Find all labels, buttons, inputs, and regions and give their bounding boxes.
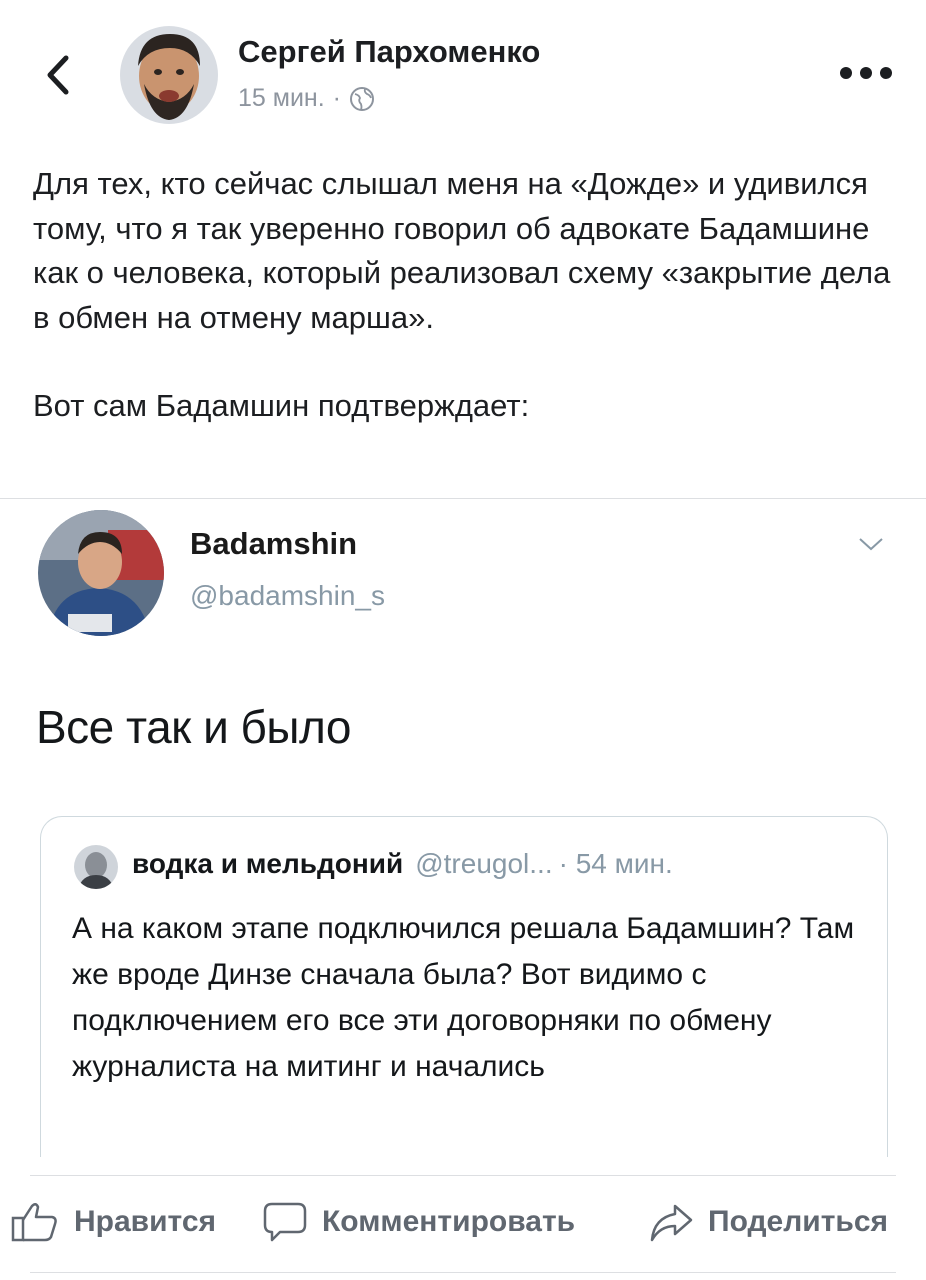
- comment-label: Комментировать: [322, 1205, 576, 1238]
- thumbs-up-icon: [11, 1203, 57, 1242]
- comment-icon: [263, 1202, 307, 1242]
- author-avatar[interactable]: [120, 26, 218, 124]
- post-paragraph: Для тех, кто сейчас слышал меня на «Дожд…: [33, 166, 891, 335]
- quoted-avatar: [74, 845, 118, 889]
- post-meta: 15 мин. ·: [238, 84, 375, 113]
- meta-separator: ·: [332, 84, 341, 112]
- chevron-left-icon: [47, 55, 69, 95]
- comment-button[interactable]: Комментировать: [262, 1200, 575, 1244]
- like-label: Нравится: [74, 1205, 217, 1238]
- quoted-author-name: водка и мельдоний: [132, 848, 404, 879]
- divider: [30, 1272, 896, 1273]
- author-name[interactable]: Сергей Пархоменко: [238, 34, 540, 70]
- share-label: Поделиться: [708, 1205, 889, 1238]
- tweet-author-name: Badamshin: [190, 526, 358, 561]
- quoted-header: водка и мельдоний @treugol... · 54 мин.: [132, 848, 673, 880]
- more-horizontal-icon: [840, 67, 892, 79]
- like-button[interactable]: Нравится: [10, 1200, 216, 1244]
- more-options-button[interactable]: [838, 63, 894, 83]
- tweet-text: Все так и было: [36, 701, 351, 753]
- post-paragraph: Вот сам Бадамшин подтверждает:: [33, 388, 530, 423]
- post-time[interactable]: 15 мин.: [238, 84, 325, 113]
- post-text: Для тех, кто сейчас слышал меня на «Дожд…: [33, 162, 893, 429]
- quoted-author-handle: @treugol...: [415, 848, 553, 879]
- divider: [30, 1175, 896, 1176]
- back-button[interactable]: [40, 52, 76, 98]
- chevron-down-icon: [859, 538, 883, 551]
- tweet-author-handle: @badamshin_s: [190, 580, 385, 611]
- share-button[interactable]: Поделиться: [648, 1200, 888, 1244]
- tweet-avatar: [38, 510, 164, 636]
- share-icon: [650, 1204, 693, 1242]
- quoted-time: · 54 мин.: [558, 848, 673, 879]
- quoted-text: А на каком этапе подключился решала Бада…: [72, 912, 855, 1083]
- globe-icon: [350, 86, 374, 111]
